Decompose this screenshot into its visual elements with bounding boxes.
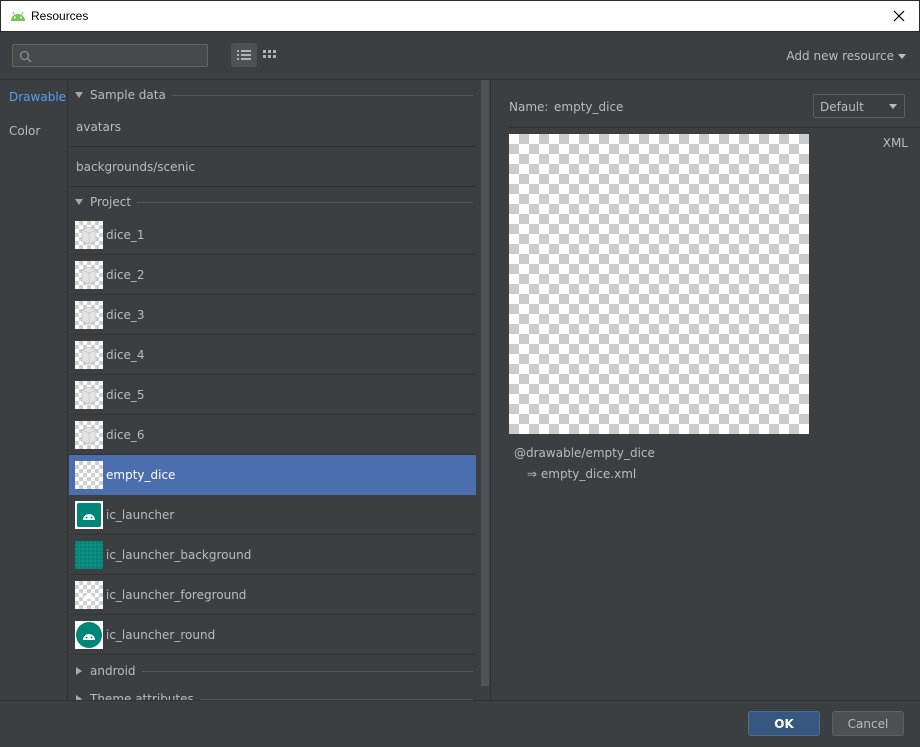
launcher-icon	[75, 500, 103, 529]
detail-divider	[509, 127, 920, 128]
add-new-resource-dropdown[interactable]: Add new resource	[786, 49, 906, 63]
item-name: backgrounds/scenic	[76, 159, 196, 174]
section-sample-data[interactable]: Sample data	[69, 80, 476, 110]
list-scrollbar[interactable]	[481, 80, 489, 686]
list-view-icon	[237, 50, 251, 60]
dice-thumbnail-icon	[75, 340, 103, 369]
cancel-button[interactable]: Cancel	[832, 711, 904, 736]
section-divider	[141, 670, 473, 672]
section-theme-attributes[interactable]: Theme attributes	[69, 684, 476, 700]
empty-dice-thumbnail-icon	[75, 460, 103, 489]
title-bar: Resources	[0, 0, 920, 32]
list-item-dice-5[interactable]: dice_5	[69, 375, 476, 415]
drawable-preview	[509, 134, 809, 434]
nav-item-color[interactable]: Color	[9, 124, 40, 138]
list-view-button[interactable]	[231, 43, 257, 67]
list-item-dice-6[interactable]: dice_6	[69, 415, 476, 455]
item-name: ic_launcher_foreground	[106, 587, 247, 602]
resource-detail-panel: Name: empty_dice Default XML @drawable/e…	[491, 80, 920, 700]
ok-button[interactable]: OK	[748, 711, 820, 736]
add-new-resource-label: Add new resource	[786, 49, 894, 63]
item-name: ic_launcher_background	[106, 547, 252, 562]
dice-thumbnail-icon	[75, 420, 103, 449]
expand-arrow-icon	[75, 199, 83, 205]
item-name: avatars	[76, 119, 122, 134]
item-name: dice_4	[106, 347, 145, 362]
resource-list: Sample data avatars backgrounds/scenic P…	[69, 80, 476, 700]
section-divider	[171, 94, 473, 96]
resource-reference: @drawable/empty_dice	[514, 446, 655, 460]
list-item-backgrounds-scenic[interactable]: backgrounds/scenic	[69, 147, 476, 187]
dice-thumbnail-icon	[75, 380, 103, 409]
list-item-dice-2[interactable]: dice_2	[69, 255, 476, 295]
launcher-background-icon	[75, 540, 103, 569]
list-item-avatars[interactable]: avatars	[69, 107, 476, 147]
xml-type-label: XML	[882, 136, 908, 150]
launcher-round-icon	[75, 620, 103, 649]
item-name: dice_6	[106, 427, 145, 442]
list-item-dice-3[interactable]: dice_3	[69, 295, 476, 335]
list-item-ic-launcher-foreground[interactable]: ic_launcher_foreground	[69, 575, 476, 615]
item-name: empty_dice	[106, 467, 176, 482]
dialog-footer: OK Cancel	[0, 700, 920, 747]
dice-thumbnail-icon	[75, 220, 103, 249]
android-studio-logo-icon	[11, 11, 25, 21]
item-name: dice_3	[106, 307, 145, 322]
window-title: Resources	[31, 9, 89, 23]
list-item-ic-launcher[interactable]: ic_launcher	[69, 495, 476, 535]
section-label: Theme attributes	[90, 692, 194, 700]
chevron-down-icon	[889, 104, 897, 109]
launcher-foreground-icon	[75, 580, 103, 609]
section-project[interactable]: Project	[69, 187, 476, 217]
configuration-value: Default	[820, 100, 864, 114]
item-name: dice_1	[106, 227, 145, 242]
toolbar: Add new resource	[0, 32, 920, 80]
name-label: Name:	[509, 100, 549, 114]
search-input[interactable]	[13, 45, 207, 66]
list-item-ic-launcher-round[interactable]: ic_launcher_round	[69, 615, 476, 655]
dice-thumbnail-icon	[75, 260, 103, 289]
section-divider	[137, 201, 473, 203]
nav-item-drawable[interactable]: Drawable	[9, 90, 66, 104]
resource-type-nav: Drawable Color	[0, 80, 68, 700]
collapsed-arrow-icon	[76, 667, 82, 675]
close-icon[interactable]	[889, 6, 909, 26]
dice-thumbnail-icon	[75, 300, 103, 329]
grid-view-icon	[263, 50, 276, 58]
section-label: Sample data	[90, 88, 166, 102]
list-item-dice-1[interactable]: dice_1	[69, 215, 476, 255]
search-icon	[19, 50, 32, 63]
grid-view-button[interactable]	[257, 43, 283, 67]
chevron-down-icon	[898, 53, 906, 59]
item-name: dice_5	[106, 387, 145, 402]
section-label: Project	[90, 195, 132, 209]
section-label: android	[90, 664, 136, 678]
item-name: ic_launcher	[106, 507, 175, 522]
list-item-dice-4[interactable]: dice_4	[69, 335, 476, 375]
item-name: dice_2	[106, 267, 145, 282]
list-item-ic-launcher-background[interactable]: ic_launcher_background	[69, 535, 476, 575]
section-android[interactable]: android	[69, 656, 476, 686]
resource-name-value: empty_dice	[554, 100, 624, 114]
configuration-select[interactable]: Default	[813, 94, 905, 118]
list-item-empty-dice[interactable]: empty_dice	[69, 455, 476, 495]
search-box[interactable]	[12, 44, 208, 67]
resource-file-link[interactable]: ⇒ empty_dice.xml	[527, 467, 636, 481]
item-name: ic_launcher_round	[106, 627, 216, 642]
expand-arrow-icon	[75, 92, 83, 98]
